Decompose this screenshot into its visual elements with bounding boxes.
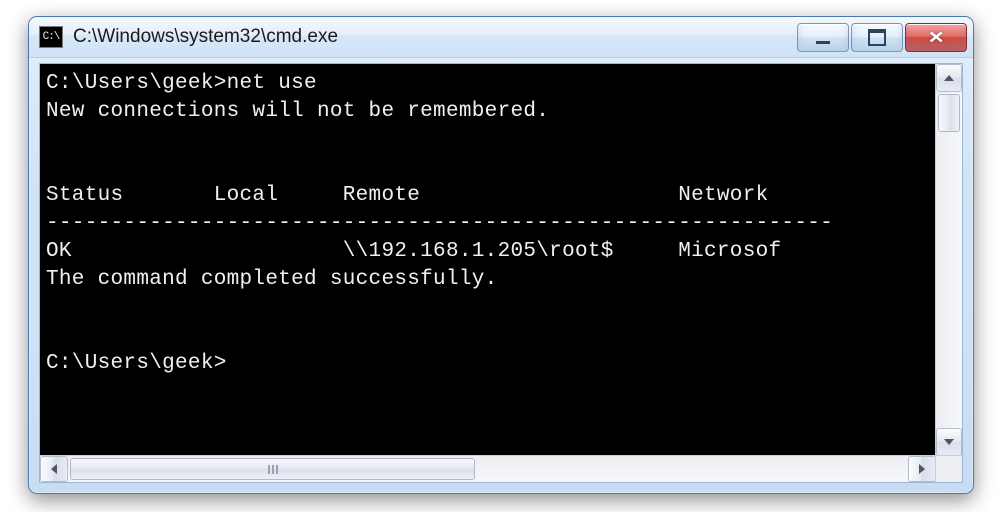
cmd-icon: C:\ [39,26,63,48]
close-icon: × [928,27,943,48]
close-button[interactable]: × [905,23,967,52]
console-line: New connections will not be remembered. [46,100,549,123]
scroll-up-button[interactable] [936,64,962,92]
window-title: C:\Windows\system32\cmd.exe [73,26,797,48]
console-line: C:\Users\geek>net use [46,72,317,95]
window-controls: × [797,23,967,52]
maximize-button[interactable] [851,23,903,52]
client-area: C:\Users\geek>net use New connections wi… [39,63,963,483]
console-line: Status Local Remote Network [46,184,769,207]
cmd-window: C:\ C:\Windows\system32\cmd.exe × C:\Use… [28,16,974,494]
titlebar[interactable]: C:\ C:\Windows\system32\cmd.exe × [29,17,973,58]
minimize-icon [816,37,830,44]
maximize-icon [868,29,886,46]
thumb-grip-icon [268,465,278,474]
console-line: The command completed successfully. [46,268,498,291]
arrow-left-icon [51,464,57,474]
scrollbar-corner [935,455,962,482]
scroll-down-button[interactable] [936,428,962,456]
console-prompt: C:\Users\geek> [46,352,227,375]
scroll-left-button[interactable] [40,456,68,482]
horizontal-scrollbar[interactable] [40,455,936,482]
horizontal-scroll-track[interactable] [68,456,908,482]
console-line: ----------------------------------------… [46,212,833,235]
arrow-right-icon [919,464,925,474]
horizontal-scroll-thumb[interactable] [70,458,475,480]
vertical-scroll-thumb[interactable] [938,94,960,132]
scroll-right-button[interactable] [908,456,936,482]
vertical-scrollbar[interactable] [935,64,962,456]
minimize-button[interactable] [797,23,849,52]
console-line: OK \\192.168.1.205\root$ Microsof [46,240,781,263]
arrow-up-icon [944,75,954,81]
console-output[interactable]: C:\Users\geek>net use New connections wi… [40,64,936,456]
arrow-down-icon [944,439,954,445]
vertical-scroll-track[interactable] [936,92,962,428]
